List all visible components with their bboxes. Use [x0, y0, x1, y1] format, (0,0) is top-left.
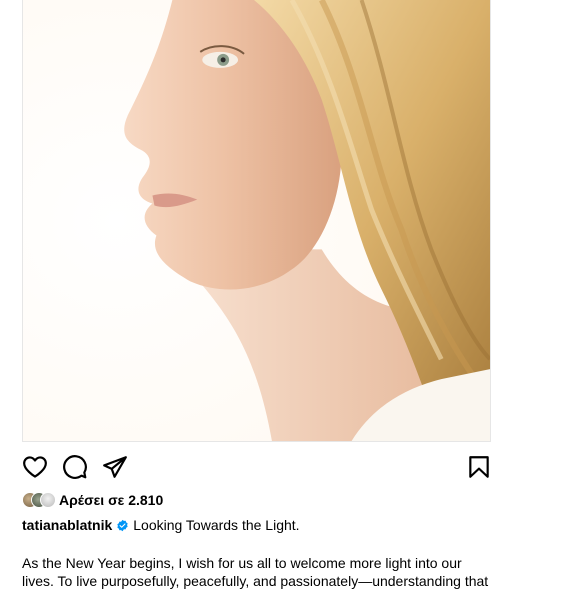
post-actions-bar [22, 454, 492, 480]
caption-line: lives. To live purposefully, peacefully,… [22, 573, 489, 589]
comment-button[interactable] [62, 454, 88, 480]
bookmark-icon [469, 456, 489, 478]
caption-body: As the New Year begins, I wish for us al… [22, 554, 502, 590]
caption-header: tatianablatnik Looking Towards the Light… [22, 517, 300, 533]
likes-count[interactable]: Αρέσει σε 2.810 [59, 492, 163, 508]
caption-line: As the New Year begins, I wish for us al… [22, 555, 462, 571]
heart-icon [23, 456, 47, 478]
paper-plane-icon [103, 456, 127, 478]
avatar [40, 492, 56, 508]
likes-row: Αρέσει σε 2.810 [22, 491, 163, 509]
share-button[interactable] [102, 454, 128, 480]
instagram-post: Αρέσει σε 2.810 tatianablatnik Looking T… [0, 0, 581, 592]
comment-icon [63, 455, 87, 479]
portrait-photo [23, 0, 490, 441]
username-link[interactable]: tatianablatnik [22, 517, 112, 533]
caption-title: Looking Towards the Light. [133, 517, 300, 533]
post-image[interactable] [22, 0, 491, 442]
liker-avatars[interactable] [22, 492, 56, 508]
verified-badge-icon [116, 519, 129, 532]
like-button[interactable] [22, 454, 48, 480]
save-button[interactable] [466, 454, 492, 480]
